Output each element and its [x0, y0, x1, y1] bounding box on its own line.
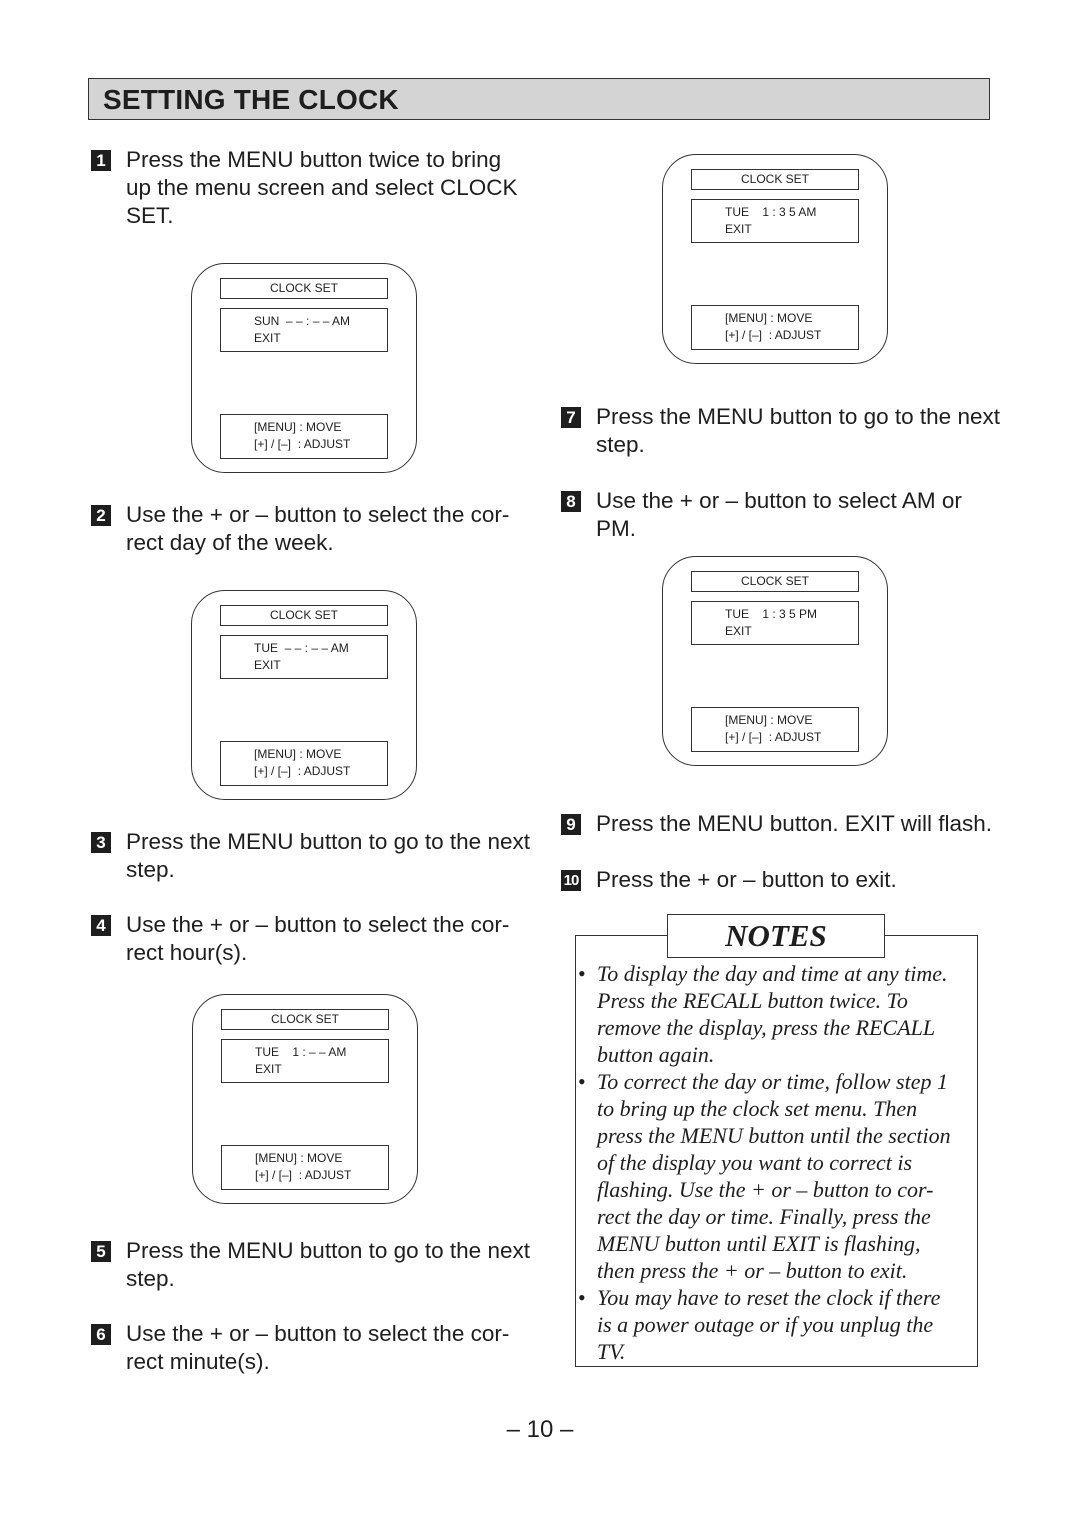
- screen-title-box: CLOCK SET: [691, 571, 859, 592]
- screen-title-box: CLOCK SET: [691, 169, 859, 190]
- step-number-badge: 3: [91, 832, 111, 853]
- tv-screen-illustration: CLOCK SET TUE 1 : 3 5 PM EXIT [MENU] : MO…: [662, 556, 888, 766]
- step-text: Use the + or – button to select the cor-…: [126, 502, 510, 555]
- tv-screen-illustration: CLOCK SET TUE 1 : 3 5 AM EXIT [MENU] : MO…: [662, 154, 888, 364]
- screen-help-box: [MENU] : MOVE [+] / [–] : ADJUST: [691, 707, 859, 752]
- tv-screen-illustration: CLOCK SET TUE 1 : – – AM EXIT [MENU] : MO…: [192, 994, 418, 1204]
- step-number-badge: 10: [561, 870, 581, 891]
- step-text: Use the + or – button to select AM or PM.: [596, 488, 962, 541]
- step-number-badge: 8: [561, 491, 581, 512]
- notes-title: NOTES: [667, 914, 885, 958]
- screen-help-box: [MENU] : MOVE [+] / [–] : ADJUST: [221, 1145, 389, 1190]
- screen-help-box: [MENU] : MOVE [+] / [–] : ADJUST: [220, 414, 388, 459]
- step-number-badge: 9: [561, 814, 581, 835]
- step-number-badge: 1: [91, 150, 111, 171]
- step-text: Press the MENU button to go to the next s…: [126, 829, 530, 882]
- step-text: Use the + or – button to select the cor-…: [126, 912, 510, 965]
- step-number-badge: 4: [91, 915, 111, 936]
- tv-screen-illustration: CLOCK SET SUN – – : – – AM EXIT [MENU] : …: [191, 263, 417, 473]
- screen-title-box: CLOCK SET: [220, 278, 388, 299]
- screen-clock-box: TUE 1 : – – AM EXIT: [221, 1039, 389, 1083]
- section-header: SETTING THE CLOCK: [88, 78, 990, 120]
- screen-clock-box: TUE 1 : 3 5 PM EXIT: [691, 601, 859, 645]
- step-number-badge: 7: [561, 407, 581, 428]
- notes-list: • To display the day and time at any tim…: [578, 960, 978, 1365]
- bullet-icon: •: [578, 1285, 586, 1310]
- step-number-badge: 5: [91, 1241, 111, 1262]
- screen-help-box: [MENU] : MOVE [+] / [–] : ADJUST: [691, 305, 859, 350]
- step-text: Press the + or – button to exit.: [596, 867, 897, 892]
- note-item: • To display the day and time at any tim…: [578, 961, 948, 1067]
- bullet-icon: •: [578, 1069, 586, 1094]
- screen-clock-box: SUN – – : – – AM EXIT: [220, 308, 388, 352]
- step-text: Press the MENU button to go to the next s…: [126, 1238, 530, 1291]
- tv-screen-illustration: CLOCK SET TUE – – : – – AM EXIT [MENU] : …: [191, 590, 417, 800]
- screen-clock-box: TUE 1 : 3 5 AM EXIT: [691, 199, 859, 243]
- page-number: – 10 –: [506, 1416, 574, 1443]
- step-text: Press the MENU button. EXIT will flash.: [596, 811, 992, 836]
- step-number-badge: 6: [91, 1324, 111, 1345]
- step-text: Press the MENU button twice to bring up t…: [126, 147, 518, 228]
- step-number-badge: 2: [91, 505, 111, 526]
- step-text: Use the + or – button to select the cor-…: [126, 1321, 510, 1374]
- screen-title-box: CLOCK SET: [220, 605, 388, 626]
- screen-help-box: [MENU] : MOVE [+] / [–] : ADJUST: [220, 741, 388, 786]
- note-item: • You may have to reset the clock if the…: [578, 1285, 941, 1364]
- note-item: • To correct the day or time, follow ste…: [578, 1069, 951, 1283]
- step-text: Press the MENU button to go to the next s…: [596, 404, 1000, 457]
- screen-clock-box: TUE – – : – – AM EXIT: [220, 635, 388, 679]
- section-title: SETTING THE CLOCK: [103, 84, 399, 115]
- screen-title-box: CLOCK SET: [221, 1009, 389, 1030]
- bullet-icon: •: [578, 961, 586, 986]
